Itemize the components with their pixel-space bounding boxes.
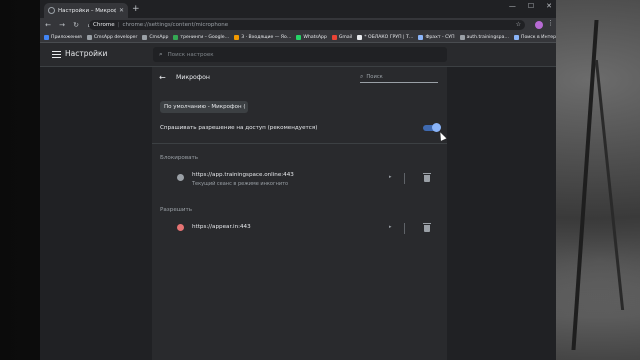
bookmark-item[interactable]: Приложения	[44, 34, 82, 40]
bookmark-favicon-icon	[513, 34, 519, 40]
blocked-site-url: https://app.trainingspace.online:443	[192, 172, 294, 178]
bookmark-favicon-icon	[331, 34, 337, 40]
gear-icon	[48, 7, 55, 14]
bookmark-item[interactable]: тренинги – Google…	[173, 34, 230, 40]
bookmark-label: auth.trainingspа…	[466, 34, 509, 40]
bookmark-item[interactable]: auth.trainingspа…	[459, 34, 509, 40]
allow-section-label: Разрешить	[160, 207, 193, 213]
delete-icon[interactable]	[423, 223, 431, 232]
close-window-button[interactable]: ✕	[546, 2, 552, 10]
page-title: Микрофон	[176, 74, 210, 81]
device-select-value: По умолчанию - Микрофон (	[164, 104, 246, 110]
address-bar[interactable]: Chrome | chrome://settings/content/micro…	[89, 20, 525, 30]
bookmark-item[interactable]: CmsApp	[142, 34, 169, 40]
bookmark-favicon-icon	[44, 34, 49, 40]
search-icon: ⌕	[360, 73, 364, 80]
bookmark-favicon-icon	[296, 34, 302, 40]
bookmark-item[interactable]: 3 · Входящие — Яо…	[234, 34, 292, 40]
reload-button[interactable]: ↻	[72, 18, 80, 32]
browser-window: Настройки – Микрофон ✕ + — ☐ ✕ ← → ↻ ⌂ C…	[40, 0, 556, 360]
bookmark-favicon-icon	[142, 34, 148, 40]
bookmark-star-icon[interactable]: ☆	[516, 21, 521, 28]
settings-search-input[interactable]	[167, 51, 418, 58]
settings-header: Настройки ⌕	[40, 43, 556, 67]
tab-settings-microphone[interactable]: Настройки – Микрофон ✕	[44, 3, 128, 18]
bookmark-favicon-icon	[86, 34, 92, 40]
bookmark-favicon-icon	[418, 34, 424, 40]
bookmark-favicon-icon	[459, 34, 465, 40]
row-expand-icon[interactable]: ▸	[389, 224, 392, 230]
address-url: chrome://settings/content/microphone	[122, 22, 229, 28]
block-section-label: Блокировать	[160, 155, 199, 161]
incognito-site-icon	[177, 174, 184, 181]
settings-title: Настройки	[65, 49, 108, 58]
bookmark-item[interactable]: CmsApp developer	[86, 34, 138, 40]
bookmark-item[interactable]: Gmail	[331, 34, 353, 40]
mouse-cursor-icon	[437, 131, 447, 141]
microphone-device-select[interactable]: По умолчанию - Микрофон ( ▼	[160, 101, 248, 113]
site-search-field[interactable]: ⌕ Поиск	[360, 72, 438, 83]
toggle-knob[interactable]	[432, 123, 441, 132]
divider	[152, 143, 447, 144]
bookmark-label: Приложения	[51, 34, 82, 40]
bookmark-label: WhatsApp	[303, 34, 327, 40]
bookmark-item[interactable]: Фрахт - СУП	[418, 34, 455, 40]
bookmark-label: 3 · Входящие — Яо…	[241, 34, 292, 40]
microphone-settings-card: ← Микрофон ⌕ Поиск По умолчанию - Микроф…	[152, 67, 447, 360]
row-separator	[404, 173, 405, 184]
bookmark-label: * ОБЛАКО ГРУП | Т…	[364, 34, 414, 40]
back-arrow-icon[interactable]: ←	[159, 73, 166, 82]
bookmarks-bar: Приложения CmsApp developer CmsApp тренинги…	[40, 32, 556, 43]
blocked-site-subtitle: Текущий сеанс в режиме инкогнито	[192, 181, 289, 187]
window-controls: — ☐ ✕	[509, 2, 552, 10]
site-chip: Chrome	[93, 22, 115, 28]
bookmark-favicon-icon	[357, 34, 363, 40]
bookmark-label: тренинги – Google…	[180, 34, 230, 40]
tab-strip: Настройки – Микрофон ✕ + — ☐ ✕	[40, 0, 556, 18]
maximize-button[interactable]: ☐	[528, 2, 534, 10]
bookmark-item[interactable]: * ОБЛАКО ГРУП | Т…	[357, 34, 414, 40]
site-search-placeholder: Поиск	[366, 74, 383, 80]
profile-avatar[interactable]	[535, 21, 543, 29]
forward-button[interactable]: →	[58, 18, 66, 32]
search-icon: ⌕	[159, 50, 163, 58]
tab-close-icon[interactable]: ✕	[119, 7, 124, 14]
blocked-site-row[interactable]: https://app.trainingspace.online:443 Тек…	[152, 170, 447, 192]
delete-icon[interactable]	[423, 173, 431, 182]
settings-search-box[interactable]: ⌕	[153, 47, 447, 62]
allowed-site-url: https://appear.in:443	[192, 224, 251, 230]
bookmark-label: Поиск в Интернете	[520, 34, 556, 40]
bookmark-label: CmsApp developer	[93, 34, 138, 40]
site-favicon-icon	[177, 224, 184, 231]
browser-menu-icon[interactable]: ⋮	[547, 19, 554, 27]
back-button[interactable]: ←	[44, 18, 52, 32]
hamburger-menu-icon[interactable]	[52, 51, 61, 58]
browser-toolbar: ← → ↻ ⌂ Chrome | chrome://settings/conte…	[40, 18, 556, 32]
allowed-site-row[interactable]: https://appear.in:443 ▸	[152, 220, 447, 242]
bookmark-favicon-icon	[173, 34, 179, 40]
bookmark-item[interactable]: Поиск в Интернете	[513, 34, 556, 40]
new-tab-button[interactable]: +	[132, 4, 140, 14]
row-separator	[404, 223, 405, 234]
ask-permission-label: Спрашивать разрешение на доступ (рекомен…	[160, 125, 318, 131]
bookmark-label: Фрахт - СУП	[425, 34, 455, 40]
bookmark-item[interactable]: WhatsApp	[296, 34, 327, 40]
row-expand-icon[interactable]: ▸	[389, 174, 392, 180]
minimize-button[interactable]: —	[509, 2, 516, 10]
bookmark-label: CmsApp	[149, 34, 169, 40]
settings-main: ← Микрофон ⌕ Поиск По умолчанию - Микроф…	[40, 67, 556, 360]
bookmark-favicon-icon	[234, 34, 240, 40]
address-separator: |	[117, 22, 120, 28]
tab-title: Настройки – Микрофон	[58, 7, 116, 14]
bookmark-label: Gmail	[338, 34, 353, 40]
